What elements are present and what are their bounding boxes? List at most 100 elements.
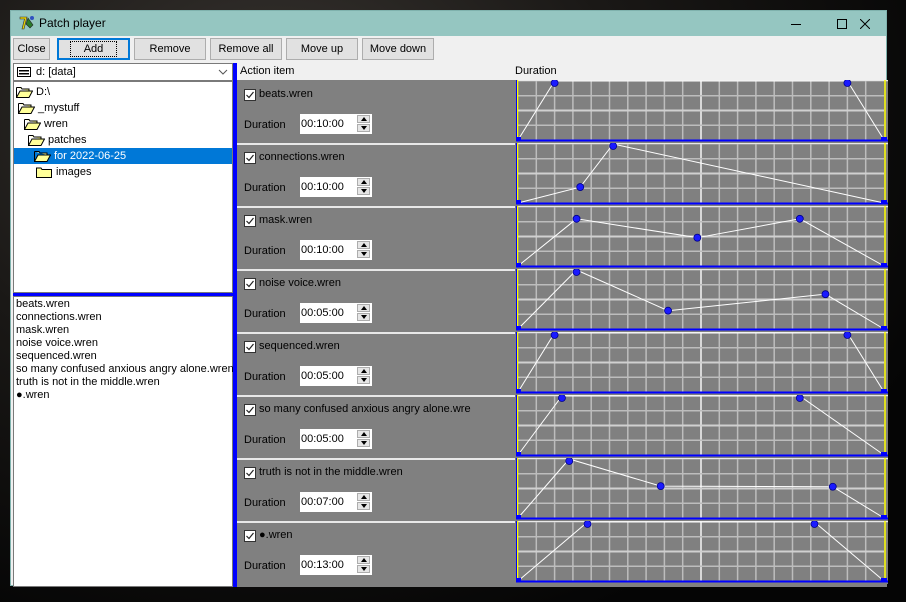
- envelope-graph[interactable]: [516, 332, 888, 395]
- envelope-graph[interactable]: [516, 521, 888, 584]
- enabled-checkbox[interactable]: [244, 89, 256, 101]
- move-down-button[interactable]: Move down: [362, 38, 434, 60]
- spin-down-button[interactable]: [357, 313, 370, 321]
- envelope-point[interactable]: [516, 578, 521, 582]
- file-list-item[interactable]: noise voice.wren: [16, 337, 230, 350]
- enabled-checkbox[interactable]: [244, 341, 256, 353]
- duration-input[interactable]: 00:05:00: [300, 303, 355, 323]
- envelope-point[interactable]: [516, 137, 521, 141]
- title-bar[interactable]: Patch player: [11, 11, 886, 36]
- envelope-point[interactable]: [583, 521, 592, 528]
- column-header-duration[interactable]: Duration: [515, 63, 557, 80]
- enabled-checkbox[interactable]: [244, 152, 256, 164]
- envelope-graph[interactable]: [516, 143, 888, 206]
- tree-item[interactable]: _mystuff: [18, 100, 79, 116]
- envelope-point[interactable]: [516, 326, 521, 330]
- duration-spinner[interactable]: [355, 555, 372, 575]
- spin-down-button[interactable]: [357, 124, 370, 132]
- envelope-point[interactable]: [516, 389, 521, 393]
- duration-spinner[interactable]: [355, 492, 372, 512]
- file-list-item[interactable]: mask.wren: [16, 324, 230, 337]
- move-up-button[interactable]: Move up: [286, 38, 358, 60]
- envelope-graph[interactable]: [516, 395, 888, 458]
- duration-input[interactable]: 00:10:00: [300, 114, 355, 134]
- spin-up-button[interactable]: [357, 367, 370, 375]
- tree-item[interactable]: images: [36, 164, 91, 180]
- spin-up-button[interactable]: [357, 493, 370, 501]
- duration-spinner[interactable]: [355, 303, 372, 323]
- envelope-point[interactable]: [516, 200, 521, 204]
- envelope-point[interactable]: [881, 452, 887, 456]
- envelope-point[interactable]: [881, 326, 887, 330]
- spin-up-button[interactable]: [357, 430, 370, 438]
- remove-all-button[interactable]: Remove all: [210, 38, 282, 60]
- duration-spinner[interactable]: [355, 240, 372, 260]
- file-list-item[interactable]: truth is not in the middle.wren: [16, 376, 230, 389]
- drive-select[interactable]: d: [data]: [13, 63, 233, 81]
- duration-input[interactable]: 00:07:00: [300, 492, 355, 512]
- envelope-point[interactable]: [810, 521, 819, 528]
- file-list-item[interactable]: ●.wren: [16, 389, 230, 402]
- enabled-checkbox[interactable]: [244, 215, 256, 227]
- directory-tree[interactable]: D:\ _mystuff wren patches for 2022-06-25 imag…: [13, 81, 233, 293]
- duration-spinner[interactable]: [355, 366, 372, 386]
- envelope-point[interactable]: [881, 515, 887, 519]
- envelope-point[interactable]: [881, 137, 887, 141]
- spin-down-button[interactable]: [357, 565, 370, 573]
- duration-input[interactable]: 00:10:00: [300, 177, 355, 197]
- tree-item[interactable]: for 2022-06-25: [14, 148, 232, 164]
- remove-button[interactable]: Remove: [134, 38, 206, 60]
- file-list-item[interactable]: so many confused anxious angry alone.wre…: [16, 363, 234, 376]
- spin-up-button[interactable]: [357, 304, 370, 312]
- file-list-item[interactable]: beats.wren: [16, 298, 230, 311]
- add-button[interactable]: Add: [57, 38, 130, 60]
- close-button[interactable]: Close: [13, 38, 50, 60]
- file-list-item[interactable]: connections.wren: [16, 311, 230, 324]
- envelope-graph[interactable]: [516, 206, 888, 269]
- envelope-point[interactable]: [843, 332, 852, 339]
- envelope-point[interactable]: [821, 290, 830, 299]
- spin-down-button[interactable]: [357, 376, 370, 384]
- file-list[interactable]: beats.wren connections.wren mask.wren noise…: [13, 296, 234, 587]
- envelope-point[interactable]: [693, 233, 702, 242]
- tree-item[interactable]: patches: [28, 132, 87, 148]
- close-window-button[interactable]: [842, 11, 888, 36]
- column-header-action[interactable]: Action item: [240, 63, 294, 80]
- enabled-checkbox[interactable]: [244, 404, 256, 416]
- spin-down-button[interactable]: [357, 502, 370, 510]
- spin-down-button[interactable]: [357, 250, 370, 258]
- enabled-checkbox[interactable]: [244, 467, 256, 479]
- spin-up-button[interactable]: [357, 178, 370, 186]
- duration-input[interactable]: 00:05:00: [300, 366, 355, 386]
- duration-spinner[interactable]: [355, 114, 372, 134]
- envelope-point[interactable]: [795, 214, 804, 223]
- envelope-point[interactable]: [550, 332, 559, 339]
- envelope-graph[interactable]: [516, 458, 888, 521]
- envelope-point[interactable]: [572, 214, 581, 223]
- duration-input[interactable]: 00:10:00: [300, 240, 355, 260]
- envelope-point[interactable]: [576, 183, 585, 191]
- enabled-checkbox[interactable]: [244, 278, 256, 290]
- envelope-point[interactable]: [565, 458, 574, 465]
- spin-up-button[interactable]: [357, 556, 370, 564]
- envelope-point[interactable]: [609, 143, 618, 150]
- envelope-point[interactable]: [572, 269, 581, 276]
- spin-up-button[interactable]: [357, 241, 370, 249]
- spin-down-button[interactable]: [357, 439, 370, 447]
- envelope-point[interactable]: [795, 395, 804, 402]
- envelope-point[interactable]: [516, 515, 521, 519]
- tree-item[interactable]: wren: [24, 116, 68, 132]
- file-list-item[interactable]: sequenced.wren: [16, 350, 230, 363]
- envelope-point[interactable]: [664, 306, 672, 315]
- enabled-checkbox[interactable]: [244, 530, 256, 542]
- envelope-point[interactable]: [656, 482, 665, 491]
- envelope-point[interactable]: [881, 263, 887, 267]
- envelope-point[interactable]: [828, 482, 837, 491]
- envelope-point[interactable]: [516, 263, 521, 267]
- envelope-point[interactable]: [881, 578, 887, 582]
- envelope-point[interactable]: [550, 80, 559, 87]
- envelope-graph[interactable]: [516, 80, 888, 143]
- envelope-point[interactable]: [558, 395, 566, 402]
- duration-input[interactable]: 00:13:00: [300, 555, 355, 575]
- envelope-point[interactable]: [881, 389, 887, 393]
